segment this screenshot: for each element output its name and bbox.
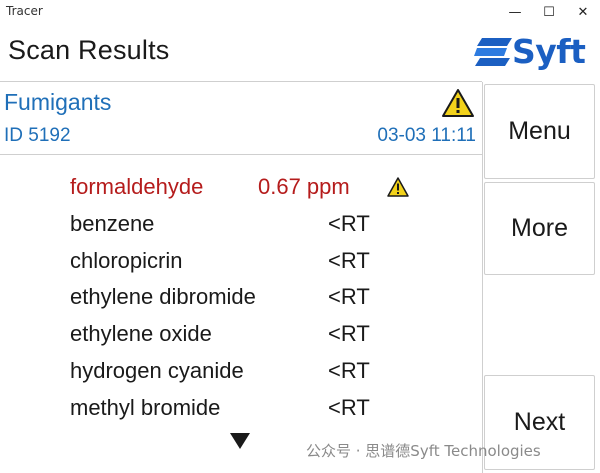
compound-group: Fumigants — [4, 89, 112, 115]
result-row: ethylene dibromide <RT — [70, 280, 470, 316]
chemical-name: hydrogen cyanide — [70, 358, 244, 383]
scan-id: ID 5192 — [4, 125, 71, 146]
chemical-value: <RT — [328, 211, 370, 236]
chemical-value: <RT — [328, 284, 370, 309]
chemical-value: <RT — [328, 358, 370, 383]
chemical-name: ethylene dibromide — [70, 284, 256, 309]
result-row-alarm: formaldehyde 0.67 ppm — [70, 170, 470, 206]
chemical-name: benzene — [70, 211, 155, 236]
more-button-label: More — [511, 214, 568, 242]
chemical-name: formaldehyde — [70, 174, 204, 199]
result-row: ethylene oxide <RT — [70, 317, 470, 353]
result-row: chloropicrin <RT — [70, 244, 470, 280]
chemical-value: <RT — [328, 248, 370, 273]
result-row: benzene <RT — [70, 207, 470, 243]
next-button-label: Next — [513, 408, 566, 436]
chemical-value: <RT — [328, 395, 370, 420]
chemical-name: methyl bromide — [70, 395, 221, 420]
more-button[interactable]: More — [484, 182, 595, 275]
page-title: Scan Results — [8, 35, 170, 65]
app-title: Tracer — [6, 4, 43, 18]
chemical-value: 0.67 ppm — [258, 174, 350, 199]
warning-triangle-icon — [387, 177, 409, 197]
syft-logo: Syft — [474, 32, 592, 72]
panel-divider — [482, 82, 483, 473]
header: Scan Results Syft — [0, 24, 600, 80]
scroll-down-icon[interactable] — [229, 432, 251, 450]
result-row: methyl bromide <RT — [70, 391, 470, 427]
warning-triangle-icon — [442, 89, 474, 117]
menu-button-label: Menu — [508, 117, 571, 145]
menu-button[interactable]: Menu — [484, 84, 595, 179]
title-bar: Tracer — ☐ ✕ — [0, 0, 600, 24]
logo-text: Syft — [512, 32, 586, 71]
chemical-name: ethylene oxide — [70, 321, 212, 346]
chemical-name: chloropicrin — [70, 248, 183, 273]
maximize-button[interactable]: ☐ — [532, 0, 566, 24]
divider — [0, 154, 482, 155]
watermark: 公众号 · 思谱德Syft Technologies — [306, 442, 541, 460]
scan-timestamp: 03-03 11:11 — [377, 125, 476, 146]
result-row: hydrogen cyanide <RT — [70, 354, 470, 390]
close-button[interactable]: ✕ — [566, 0, 600, 24]
scan-info: Fumigants ID 5192 03-03 11:11 — [0, 82, 482, 154]
chemical-value: <RT — [328, 321, 370, 346]
syft-logo-mark-icon — [474, 38, 512, 66]
minimize-button[interactable]: — — [498, 0, 532, 24]
